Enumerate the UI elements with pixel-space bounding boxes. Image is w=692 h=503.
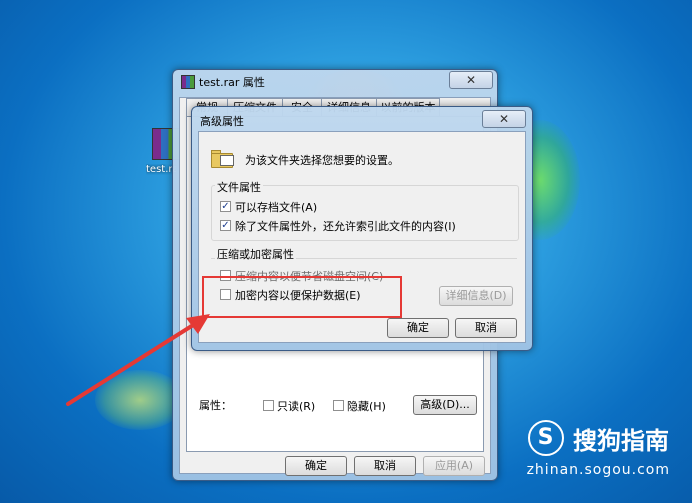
archive-label: 可以存档文件(A) bbox=[235, 201, 318, 214]
readonly-checkbox[interactable] bbox=[263, 400, 274, 411]
advanced-titlebar[interactable]: 高级属性 ✕ bbox=[192, 107, 532, 129]
sogou-watermark: S 搜狗指南 zhinan.sogou.com bbox=[527, 420, 670, 478]
index-checkbox[interactable]: ✓ bbox=[220, 220, 231, 231]
archive-checkbox[interactable]: ✓ bbox=[220, 201, 231, 212]
compress-encrypt-group-title: 压缩或加密属性 bbox=[215, 246, 296, 262]
properties-ok-button[interactable]: 确定 bbox=[285, 456, 347, 476]
properties-title: test.rar 属性 bbox=[199, 76, 265, 89]
file-attributes-group-title: 文件属性 bbox=[215, 179, 263, 195]
details-button[interactable]: 详细信息(D) bbox=[439, 286, 513, 306]
properties-apply-button[interactable]: 应用(A) bbox=[423, 456, 485, 476]
index-label: 除了文件属性外，还允许索引此文件的内容(I) bbox=[235, 220, 456, 233]
advanced-button[interactable]: 高级(D)... bbox=[413, 395, 477, 415]
advanced-cancel-button[interactable]: 取消 bbox=[455, 318, 517, 338]
hidden-label: 隐藏(H) bbox=[347, 400, 386, 413]
properties-cancel-button[interactable]: 取消 bbox=[354, 456, 416, 476]
attributes-label: 属性： bbox=[199, 399, 232, 412]
properties-close-button[interactable]: ✕ bbox=[449, 71, 493, 89]
properties-titlebar[interactable]: test.rar 属性 ✕ bbox=[173, 70, 497, 92]
advanced-title: 高级属性 bbox=[200, 115, 244, 128]
advanced-intro-text: 为该文件夹选择您想要的设置。 bbox=[245, 154, 399, 167]
folder-settings-icon bbox=[211, 150, 234, 168]
advanced-ok-button[interactable]: 确定 bbox=[387, 318, 449, 338]
winrar-archive-icon bbox=[181, 75, 195, 89]
watermark-url: zhinan.sogou.com bbox=[526, 462, 670, 478]
readonly-label: 只读(R) bbox=[277, 400, 316, 413]
advanced-close-button[interactable]: ✕ bbox=[482, 110, 526, 128]
sogou-logo-icon: S bbox=[527, 420, 564, 456]
highlight-box bbox=[202, 276, 402, 318]
watermark-brand: 搜狗指南 bbox=[573, 426, 670, 455]
hidden-checkbox[interactable] bbox=[333, 400, 344, 411]
